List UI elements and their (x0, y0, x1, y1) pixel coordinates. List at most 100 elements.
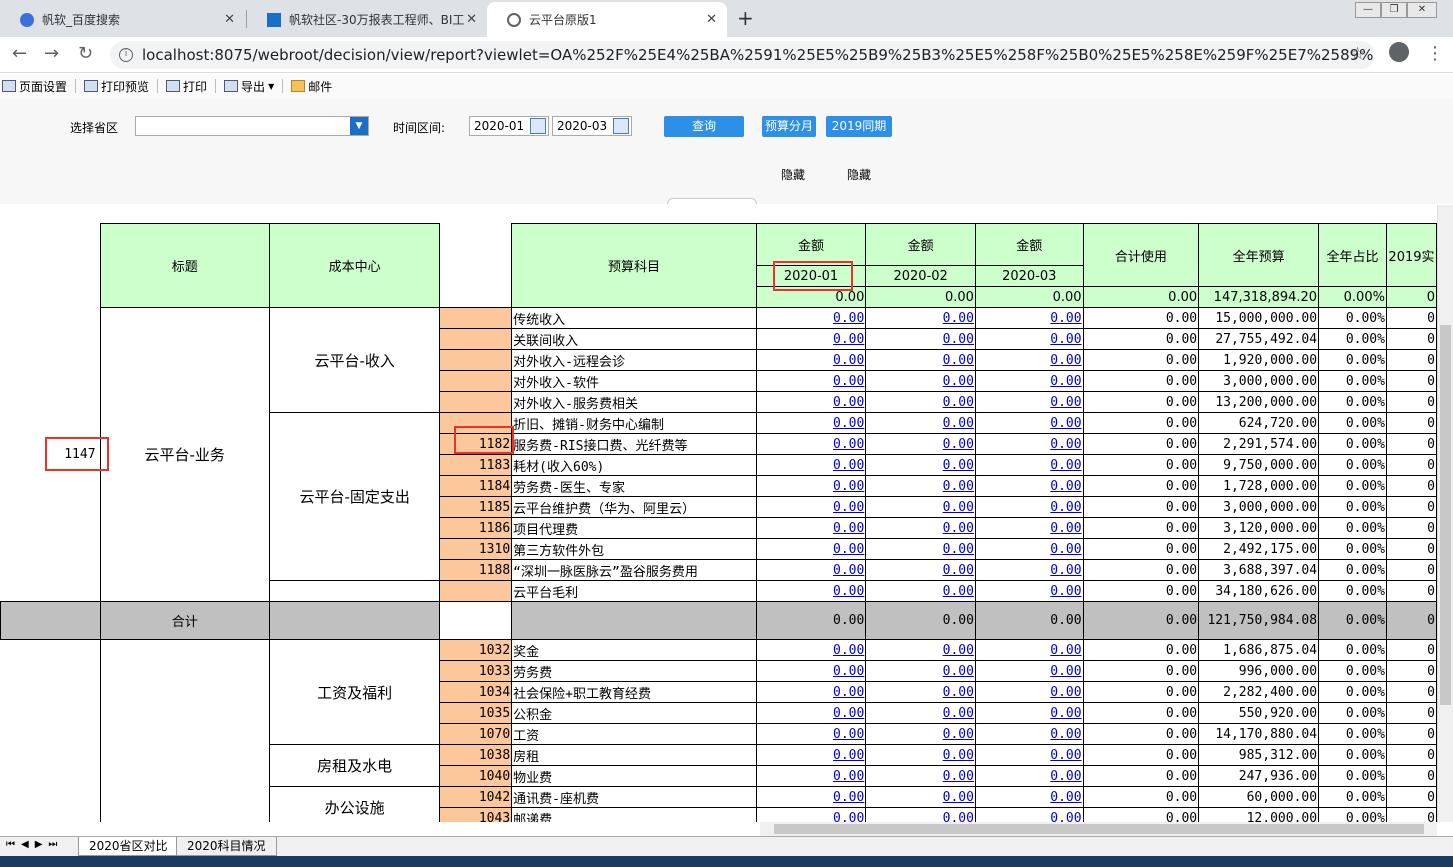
value-cell[interactable]: 0.00 (755, 639, 867, 661)
value-cell[interactable]: 0.00 (755, 328, 867, 350)
export-button[interactable]: 导出 ▼ (222, 78, 274, 95)
value-cell[interactable]: 0.00 (865, 786, 976, 808)
value-cell[interactable]: 0.00 (974, 307, 1084, 329)
value-cell[interactable]: 0.00 (865, 660, 976, 682)
value-cell[interactable]: 0.00 (974, 328, 1084, 350)
value-cell[interactable]: 0.00 (974, 639, 1084, 661)
collapse-panel-handle[interactable] (667, 198, 757, 204)
info-icon[interactable]: i (119, 48, 133, 62)
value-cell[interactable]: 0.00 (755, 765, 867, 787)
value-cell[interactable]: 0.00 (865, 559, 976, 581)
value-cell[interactable]: 0.00 (974, 538, 1084, 560)
value-cell[interactable]: 0.00 (865, 744, 976, 766)
value-cell[interactable]: 0.00 (974, 559, 1084, 581)
sheet-tab[interactable]: 2020省区对比 (78, 837, 179, 856)
value-cell[interactable]: 0.00 (974, 349, 1084, 371)
value-cell[interactable]: 0.00 (974, 370, 1084, 392)
value-cell[interactable]: 0.00 (755, 660, 867, 682)
value-cell[interactable]: 0.00 (865, 580, 976, 602)
vertical-scrollbar[interactable] (1437, 205, 1453, 822)
value-cell[interactable]: 0.00 (974, 723, 1084, 745)
next-sheet-icon[interactable]: ▶ (35, 839, 49, 850)
value-cell[interactable]: 0.00 (865, 328, 976, 350)
value-cell[interactable]: 0.00 (865, 538, 976, 560)
value-cell[interactable]: 0.00 (755, 349, 867, 371)
value-cell[interactable]: 0.00 (755, 307, 867, 329)
value-cell[interactable]: 0.00 (865, 370, 976, 392)
value-cell[interactable]: 0.00 (865, 723, 976, 745)
value-cell[interactable]: 0.00 (755, 454, 867, 476)
value-cell[interactable]: 0.00 (865, 702, 976, 724)
value-cell[interactable]: 0.00 (865, 517, 976, 539)
email-button[interactable]: 邮件 (289, 78, 332, 95)
value-cell[interactable]: 0.00 (974, 660, 1084, 682)
value-cell[interactable]: 0.00 (755, 702, 867, 724)
value-cell[interactable]: 0.00 (755, 580, 867, 602)
value-cell[interactable]: 0.00 (755, 433, 867, 455)
value-cell[interactable]: 0.00 (755, 807, 867, 822)
scroll-thumb[interactable] (1440, 325, 1451, 705)
value-cell[interactable]: 0.00 (974, 580, 1084, 602)
value-cell[interactable]: 0.00 (865, 433, 976, 455)
browser-tab-fanruan[interactable]: 帆软社区-30万报表工程师、BI工 ✕ (247, 2, 487, 37)
value-cell[interactable]: 0.00 (755, 559, 867, 581)
value-cell[interactable]: 0.00 (974, 681, 1084, 703)
value-cell[interactable]: 0.00 (755, 681, 867, 703)
forward-icon[interactable]: → (44, 43, 59, 64)
chevron-down-icon[interactable]: ▼ (350, 117, 368, 135)
same-period-2019-button[interactable]: 2019同期 (826, 116, 892, 137)
hide-link-1[interactable]: 隐藏 (781, 166, 805, 183)
window-close-button[interactable]: ✕ (1407, 2, 1437, 18)
value-cell[interactable]: 0.00 (865, 391, 976, 413)
browser-tab-baidu[interactable]: 帆软_百度搜索 ✕ (0, 2, 245, 37)
menu-kebab-icon[interactable]: ⋮ (1426, 43, 1444, 64)
province-select[interactable] (135, 116, 369, 136)
value-cell[interactable]: 0.00 (865, 639, 976, 661)
value-cell[interactable]: 0.00 (974, 433, 1084, 455)
print-preview-button[interactable]: 打印预览 (82, 78, 149, 95)
new-tab-button[interactable]: + (737, 6, 754, 30)
value-cell[interactable]: 0.00 (974, 391, 1084, 413)
print-button[interactable]: 打印 (164, 78, 207, 95)
value-cell[interactable]: 0.00 (865, 496, 976, 518)
value-cell[interactable]: 0.00 (865, 475, 976, 497)
sheet-tab[interactable]: 2020科目情况 (176, 837, 277, 856)
value-cell[interactable]: 0.00 (755, 391, 867, 413)
value-cell[interactable]: 0.00 (974, 765, 1084, 787)
first-sheet-icon[interactable]: ⏮ (6, 839, 21, 850)
value-cell[interactable]: 0.00 (755, 370, 867, 392)
value-cell[interactable]: 0.00 (755, 723, 867, 745)
value-cell[interactable]: 0.00 (974, 412, 1084, 434)
value-cell[interactable]: 0.00 (755, 496, 867, 518)
close-icon[interactable]: ✕ (706, 12, 717, 27)
value-cell[interactable]: 0.00 (865, 349, 976, 371)
last-sheet-icon[interactable]: ⏭ (48, 839, 63, 850)
value-cell[interactable]: 0.00 (974, 744, 1084, 766)
close-icon[interactable]: ✕ (224, 12, 235, 27)
browser-tab-report[interactable]: 云平台原版1 ✕ (487, 2, 727, 37)
value-cell[interactable]: 0.00 (755, 786, 867, 808)
value-cell[interactable]: 0.00 (865, 412, 976, 434)
budget-by-month-button[interactable]: 预算分月 (762, 116, 816, 137)
value-cell[interactable]: 0.00 (974, 517, 1084, 539)
value-cell[interactable]: 0.00 (974, 475, 1084, 497)
hide-link-2[interactable]: 隐藏 (847, 166, 871, 183)
page-setup-button[interactable]: 页面设置 (0, 78, 67, 95)
scroll-thumb[interactable] (774, 824, 1424, 834)
value-cell[interactable]: 0.00 (755, 412, 867, 434)
bookmark-star-icon[interactable]: ☆ (1350, 44, 1365, 64)
value-cell[interactable]: 0.00 (974, 454, 1084, 476)
value-cell[interactable]: 0.00 (865, 454, 976, 476)
value-cell[interactable]: 0.00 (865, 765, 976, 787)
calendar-icon[interactable] (530, 118, 546, 134)
reload-icon[interactable]: ↻ (78, 43, 93, 64)
value-cell[interactable]: 0.00 (755, 538, 867, 560)
value-cell[interactable]: 0.00 (865, 681, 976, 703)
sheet-navigation[interactable]: ⏮◀▶⏭ (6, 839, 63, 850)
url-field[interactable]: i localhost:8075/webroot/decision/view/r… (110, 41, 1375, 69)
value-cell[interactable]: 0.00 (865, 307, 976, 329)
close-icon[interactable]: ✕ (466, 12, 477, 27)
calendar-icon[interactable] (613, 118, 629, 134)
profile-avatar-icon[interactable] (1389, 42, 1409, 62)
value-cell[interactable]: 0.00 (865, 807, 976, 822)
